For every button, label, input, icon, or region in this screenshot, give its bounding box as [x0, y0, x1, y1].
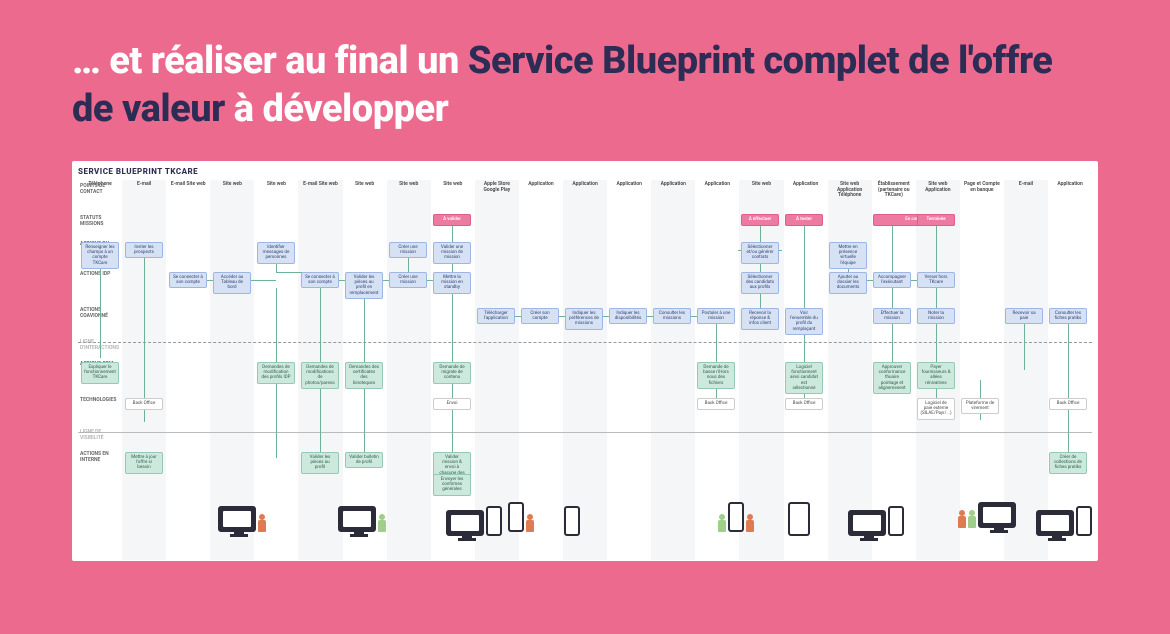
column-header: Application: [563, 180, 607, 198]
blue-node: Postuler à une mission: [697, 308, 735, 324]
blue-node: Identifier messages de personnes: [257, 242, 295, 264]
mint-node: Créer de collections de fiches pratiks: [1049, 452, 1087, 474]
column-header: E-mail Site web: [166, 180, 210, 198]
white-node: Back Office: [785, 398, 823, 410]
blue-node: Accompagner l'exécutant: [873, 272, 911, 288]
column-header: Site web: [210, 180, 254, 198]
blueprint-grid: TéléphoneE-mailE-mail Site webSite webSi…: [78, 180, 1092, 560]
blue-node: Mettre la mission en standby: [433, 272, 471, 294]
blue-node: Consulter les missions: [653, 308, 691, 324]
white-node: Back Office: [697, 398, 735, 410]
blue-node: Se connecter à son compte: [169, 272, 207, 288]
blue-node: Verser hors TKcare: [917, 272, 955, 288]
column-header: Site web: [254, 180, 298, 198]
mint-node: Valider les pièces au profil: [301, 452, 339, 474]
mint-node: Demande de basse n'Hors nous des fichier…: [697, 362, 735, 389]
blue-node: Créer son compte: [521, 308, 559, 324]
mint-node: Demandes de modification des profils IDP: [257, 362, 295, 384]
mint-node: Demandes des certificates des binoteques: [345, 362, 383, 389]
blue-node: Recevoir sa paie: [1005, 308, 1043, 324]
blue-node: Mettre en présence virtuelle l'équipe: [829, 242, 867, 269]
blue-node: Recevoir la réponse & infos client: [741, 308, 779, 330]
blue-node: Renseigner les champs à un compte TKCare: [81, 242, 119, 269]
visibility-line: [78, 432, 1092, 433]
mint-node: Envoyer les confirmes générales: [433, 474, 471, 496]
white-node: Logiciel de paie externe (SILAE/Payr/...…: [917, 398, 955, 420]
white-node: Back Office: [125, 398, 163, 410]
column-header: Site web: [739, 180, 783, 198]
blue-node: Consulter les fiches pratiks: [1049, 308, 1087, 324]
column-header: Apple Store Google Play: [475, 180, 519, 198]
blue-node: Effectuer la mission: [873, 308, 911, 324]
pink-node: À effectuer: [741, 214, 779, 226]
column-header: E-mail: [1004, 180, 1048, 198]
column-header: Site web Application: [916, 180, 960, 198]
mint-node: Mettre à jour l'offre si besoin: [125, 452, 163, 474]
blue-node: Voir l'ensemble du profil du remplaçant: [785, 308, 823, 335]
column-header: Site web: [387, 180, 431, 198]
mint-node: Demandes de modifications de photos/pare…: [301, 362, 339, 389]
blue-node: Accéder au Tableau de bord: [213, 272, 251, 294]
white-node: Envoi: [433, 398, 471, 410]
column-header: E-mail: [122, 180, 166, 198]
column-header: Page et Compte en banque: [960, 180, 1004, 198]
blue-node: Créer une mission: [389, 242, 427, 258]
blue-node: Télécharger l'application: [477, 308, 515, 324]
mint-node: Approuver conformance thuaire pointage e…: [873, 362, 911, 394]
mint-node: Expliquer le fonctionnement TKCare: [81, 362, 119, 384]
blue-node: Créer une mission: [389, 272, 427, 288]
white-node: Plateforme de virement: [961, 398, 999, 414]
column-header: Application: [519, 180, 563, 198]
blue-node: Indiquer les préférences de missions: [565, 308, 603, 330]
blueprint-container: SERVICE BLUEPRINT TKCARE TéléphoneE-mail…: [72, 161, 1098, 561]
column-header: Application: [651, 180, 695, 198]
mint-node: Demande de migrate de contenu: [433, 362, 471, 384]
column-header: Application: [1048, 180, 1092, 198]
column-header: Établissement (partenaire ou TKCare): [872, 180, 916, 198]
column-header: E-mail Site web: [298, 180, 342, 198]
column-header: Application: [695, 180, 739, 198]
column-headers: TéléphoneE-mailE-mail Site webSite webSi…: [78, 180, 1092, 198]
blue-node: Ajouter au dossier les documents: [829, 272, 867, 294]
column-header: Site web: [343, 180, 387, 198]
column-header: Site web Application Téléphone: [828, 180, 872, 198]
mint-node: Logiciel fonctionnent ainsi candidat est…: [785, 362, 823, 394]
blue-node: Noter la mission: [917, 308, 955, 324]
column-header: Site web: [431, 180, 475, 198]
blue-node: Inviter les prospects: [125, 242, 163, 258]
pink-node: À tester: [785, 214, 823, 226]
mint-node: Payer fournisseurs & allées rénivatives: [917, 362, 955, 389]
blue-node: Valider une mission de mission: [433, 242, 471, 264]
pink-node: Terminée: [917, 214, 955, 226]
blueprint-title: SERVICE BLUEPRINT TKCARE: [78, 167, 1092, 176]
blue-node: Se connecter à son compte: [301, 272, 339, 288]
blue-node: Sélectionner des candidats aux profils: [741, 272, 779, 294]
blue-node: Sélectionner et/ou générer contrats: [741, 242, 779, 264]
column-header: Application: [784, 180, 828, 198]
column-header: Application: [607, 180, 651, 198]
pink-node: À valider: [433, 214, 471, 226]
mint-node: Valider bulletin de profil: [345, 452, 383, 468]
interaction-line: [78, 342, 1092, 343]
blue-node: Indiquer les disponibilités: [609, 308, 647, 324]
page-title: … et réaliser au final un Service Bluepr…: [72, 38, 1098, 133]
white-node: Back Office: [1049, 398, 1087, 410]
blue-node: Valider les pièces au profil en remplace…: [345, 272, 383, 299]
